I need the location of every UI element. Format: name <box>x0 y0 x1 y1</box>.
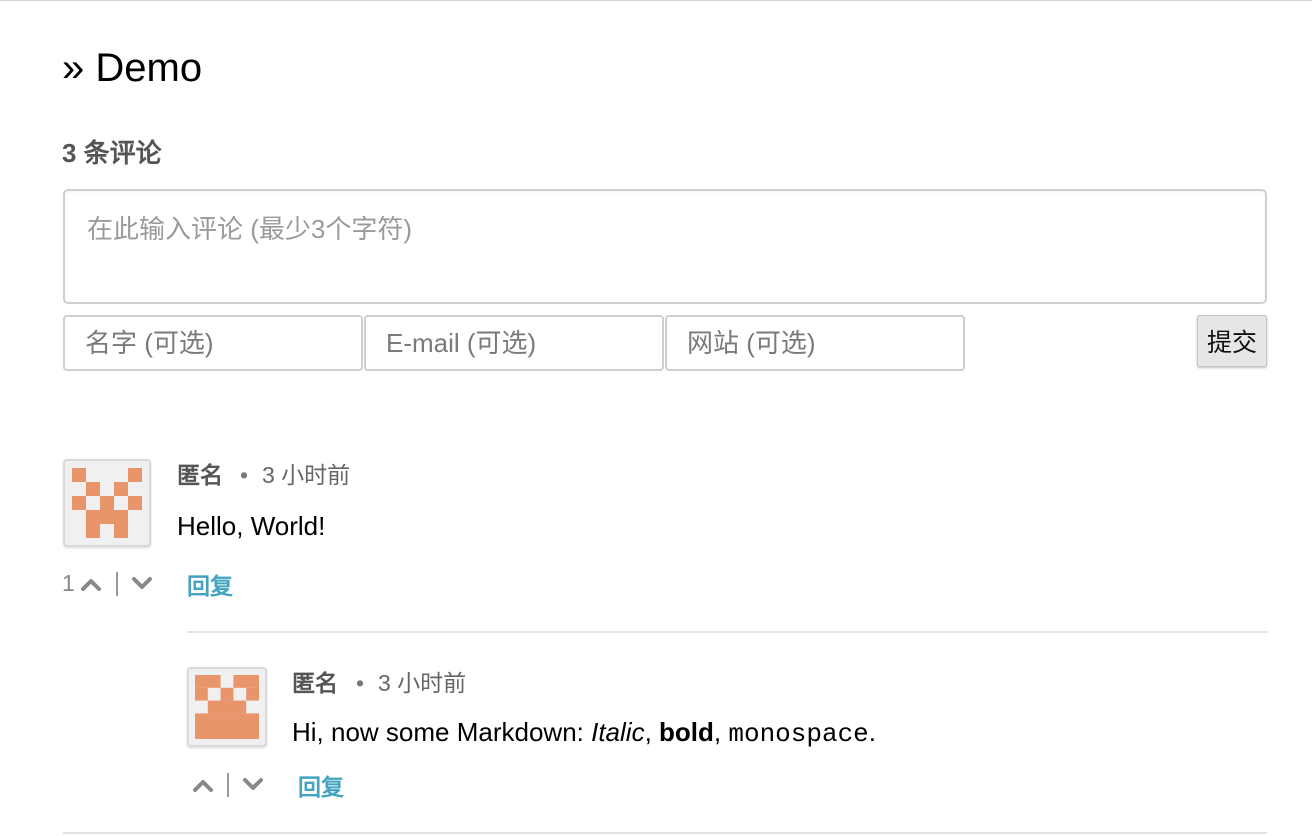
meta-separator: • <box>240 462 249 488</box>
comment-textarea[interactable] <box>63 189 1267 304</box>
downvote-button[interactable] <box>242 777 264 793</box>
comment-author: 匿名 <box>292 670 338 696</box>
identicon-icon <box>195 675 259 739</box>
comment-count-heading: 3 条评论 <box>62 138 162 168</box>
text-italic: Italic <box>591 717 645 747</box>
website-input[interactable] <box>665 315 965 371</box>
email-input[interactable] <box>364 315 664 371</box>
comment-text: Hello, World! <box>177 511 326 541</box>
reply-divider <box>187 631 1267 633</box>
bottom-divider <box>63 832 1267 834</box>
page-title: » Demo <box>62 46 203 90</box>
chevron-up-icon <box>193 780 213 792</box>
chevron-up-icon <box>81 579 101 591</box>
meta-separator: • <box>356 670 365 696</box>
reply-link[interactable]: 回复 <box>187 571 233 601</box>
avatar <box>187 667 267 747</box>
chevron-down-icon <box>243 778 263 790</box>
chevron-down-icon <box>132 577 152 589</box>
text-plain: Hi, now some Markdown: <box>292 717 592 747</box>
vote-divider <box>227 773 229 797</box>
name-input[interactable] <box>63 315 363 371</box>
vote-count: 1 <box>62 570 75 596</box>
reply-link[interactable]: 回复 <box>298 772 344 802</box>
upvote-button[interactable] <box>80 576 102 592</box>
text-comma: , <box>644 717 660 747</box>
avatar <box>63 459 151 547</box>
comment-author: 匿名 <box>177 462 223 488</box>
comment-text: Hi, now some Markdown: Italic, bold, mon… <box>292 715 876 751</box>
text-monospace: monospace <box>728 719 869 749</box>
comment-time: 3 小时前 <box>378 670 467 696</box>
text-bold: bold <box>659 717 714 747</box>
identicon-icon <box>72 468 142 538</box>
upvote-button[interactable] <box>192 777 214 793</box>
downvote-button[interactable] <box>131 576 153 592</box>
vote-divider <box>116 572 118 596</box>
text-comma: , <box>713 717 729 747</box>
top-divider <box>0 0 1312 1</box>
submit-button[interactable]: 提交 <box>1197 315 1267 367</box>
text-period: . <box>868 717 877 747</box>
comment-time: 3 小时前 <box>262 462 351 488</box>
